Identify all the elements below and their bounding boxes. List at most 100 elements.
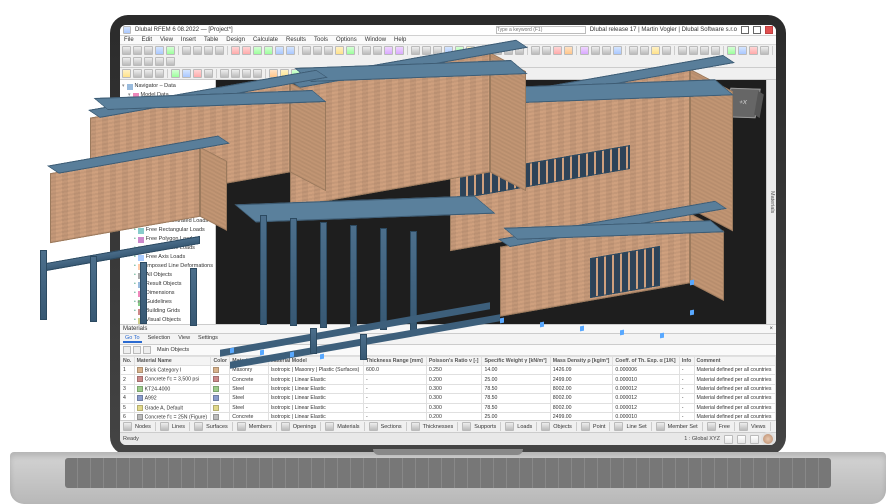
ribbon-button-icon[interactable] — [160, 422, 169, 431]
toolbar-button[interactable] — [362, 46, 371, 55]
toolbar-button[interactable] — [580, 46, 589, 55]
toolbar-button[interactable] — [335, 46, 344, 55]
mat-tool-btn[interactable] — [143, 346, 151, 354]
toolbar-button[interactable] — [155, 46, 164, 55]
menu-table[interactable]: Table — [203, 37, 219, 43]
minimize-icon[interactable] — [741, 26, 749, 34]
toolbar-button[interactable] — [400, 69, 409, 78]
table-header[interactable]: Color — [211, 357, 230, 366]
toolbar-button[interactable] — [422, 46, 431, 55]
materials-tab[interactable]: Selection — [146, 335, 173, 343]
menu-insert[interactable]: Insert — [180, 37, 197, 43]
toolbar-button[interactable] — [504, 46, 513, 55]
toolbar-button[interactable] — [171, 69, 180, 78]
table-row[interactable]: 3KT24-4000SteelIsotropic | Linear Elasti… — [121, 384, 776, 393]
toolbar-button[interactable] — [515, 46, 524, 55]
menu-calculate[interactable]: Calculate — [252, 37, 279, 43]
table-row[interactable]: 1Brick Category IMasonryIsotropic | Maso… — [121, 366, 776, 375]
tree-item[interactable]: Free Axis Loads — [122, 253, 213, 262]
ribbon-button-icon[interactable] — [505, 422, 514, 431]
close-icon[interactable] — [765, 26, 773, 34]
view-cube[interactable]: +X — [725, 88, 760, 119]
materials-tab[interactable]: Settings — [196, 335, 220, 343]
ribbon-button-icon[interactable] — [237, 422, 246, 431]
toolbar-button[interactable] — [144, 69, 153, 78]
tree-item[interactable]: Building Grids — [122, 307, 213, 316]
toolbar-button[interactable] — [411, 46, 420, 55]
ribbon-button-icon[interactable] — [194, 422, 203, 431]
toolbar-button[interactable] — [264, 46, 273, 55]
toolbar-button[interactable] — [591, 46, 600, 55]
ribbon-button-icon[interactable] — [462, 422, 471, 431]
materials-tab[interactable]: View — [176, 335, 192, 343]
tree-item[interactable]: Result Objects — [122, 280, 213, 289]
toolbar-button[interactable] — [466, 46, 475, 55]
ribbon-button-icon[interactable] — [369, 422, 378, 431]
toolbar-button[interactable] — [275, 46, 284, 55]
menu-window[interactable]: Window — [364, 37, 387, 43]
toolbar-button[interactable] — [749, 46, 758, 55]
toolbar-button[interactable] — [531, 46, 540, 55]
toolbar-button[interactable] — [313, 46, 322, 55]
toolbar-button[interactable] — [302, 46, 311, 55]
status-btn[interactable] — [737, 435, 746, 444]
ribbon-button-icon[interactable] — [541, 422, 550, 431]
table-row[interactable]: 4A992SteelIsotropic | Linear Elastic-0.3… — [121, 394, 776, 403]
toolbar-button[interactable] — [455, 46, 464, 55]
toolbar-button[interactable] — [122, 57, 131, 66]
menu-edit[interactable]: Edit — [141, 37, 153, 43]
toolbar-button[interactable] — [367, 69, 376, 78]
toolbar-button[interactable] — [662, 46, 671, 55]
table-row[interactable]: 2Concrete f'c = 3,500 psiConcreteIsotrop… — [121, 375, 776, 384]
tree-item[interactable]: Surfaces — [122, 136, 213, 145]
toolbar-button[interactable] — [133, 57, 142, 66]
tree-item[interactable]: Free Polygon Loads — [122, 235, 213, 244]
table-header[interactable]: Specific Weight γ [kN/m³] — [482, 357, 550, 366]
table-header[interactable]: Comment — [694, 357, 775, 366]
tree-item[interactable]: Model Data — [122, 91, 213, 100]
toolbar-button[interactable] — [253, 69, 262, 78]
tree-item[interactable]: Guidelines — [122, 298, 213, 307]
toolbar-button[interactable] — [738, 46, 747, 55]
menu-design[interactable]: Design — [225, 37, 246, 43]
toolbar-button[interactable] — [155, 57, 164, 66]
tree-item[interactable]: Free Rectangular Loads — [122, 226, 213, 235]
toolbar-button[interactable] — [493, 46, 502, 55]
toolbar-button[interactable] — [427, 69, 436, 78]
mat-tool-btn[interactable] — [123, 346, 131, 354]
toolbar-button[interactable] — [373, 46, 382, 55]
ribbon-button-icon[interactable] — [325, 422, 334, 431]
mat-tool-btn[interactable] — [133, 346, 141, 354]
tree-item[interactable]: Sections — [122, 109, 213, 118]
table-header[interactable]: No. — [121, 357, 135, 366]
ribbon-button-icon[interactable] — [656, 422, 665, 431]
toolbar-button[interactable] — [144, 46, 153, 55]
toolbar-button[interactable] — [182, 69, 191, 78]
menu-results[interactable]: Results — [285, 37, 307, 43]
toolbar-button[interactable] — [318, 69, 327, 78]
tree-item[interactable]: Member Sets — [122, 163, 213, 172]
toolbar-button[interactable] — [416, 69, 425, 78]
toolbar-button[interactable] — [700, 46, 709, 55]
tree-item[interactable]: Navigator – Data — [122, 82, 213, 91]
toolbar-button[interactable] — [253, 46, 262, 55]
toolbar-button[interactable] — [280, 69, 289, 78]
toolbar-button[interactable] — [760, 46, 769, 55]
toolbar-button[interactable] — [678, 46, 687, 55]
toolbar-button[interactable] — [640, 46, 649, 55]
toolbar-button[interactable] — [482, 46, 491, 55]
ribbon-button-icon[interactable] — [614, 422, 623, 431]
toolbar-button[interactable] — [629, 46, 638, 55]
tree-item[interactable]: Line Sets — [122, 172, 213, 181]
tree-item[interactable]: Free Variable Loads — [122, 244, 213, 253]
materials-tab[interactable]: Go To — [123, 335, 142, 343]
toolbar-button[interactable] — [133, 69, 142, 78]
toolbar-button[interactable] — [133, 46, 142, 55]
toolbar-button[interactable] — [378, 69, 387, 78]
table-header[interactable]: Poisson's Ratio ν [-] — [426, 357, 482, 366]
table-header[interactable]: Material Name — [134, 357, 211, 366]
tree-item[interactable]: Materials — [122, 100, 213, 109]
toolbar-button[interactable] — [242, 69, 251, 78]
toolbar-button[interactable] — [155, 69, 164, 78]
table-header[interactable]: Mass Density ρ [kg/m³] — [550, 357, 613, 366]
